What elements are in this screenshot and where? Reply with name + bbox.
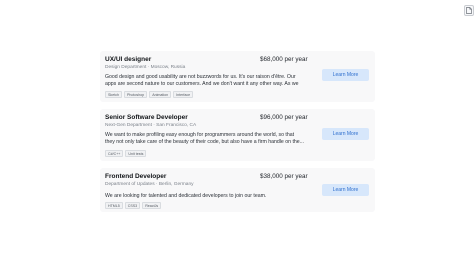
job-card: Senior Software Developer Next-Gen Depar… [100,109,375,161]
job-department-location: Department of Updates · Berlin, Germany [105,182,194,187]
job-description: We are looking for talented and dedicate… [105,193,267,199]
skill-tags: HTML5 CSS3 ReactJs [105,202,162,209]
skill-tag: Animation [149,91,172,98]
job-list: UX/UI designer Design Department · Mosco… [100,51,375,219]
skill-tag: CSS3 [124,202,141,209]
job-salary: $68,000 per year [260,56,308,63]
job-card: Frontend Developer Department of Updates… [100,168,375,212]
job-title: Frontend Developer [105,173,167,180]
job-title: UX/UI designer [105,56,152,63]
job-description: Good design and good usability are not b… [105,74,299,87]
job-salary: $96,000 per year [260,114,308,121]
skill-tag: ReactJs [142,202,162,209]
skill-tag: C#/C++ [105,150,124,157]
skill-tags: Sketch Photoshop Animation Interface [105,91,194,98]
job-card: UX/UI designer Design Department · Mosco… [100,51,375,102]
learn-more-button[interactable]: Learn More [322,69,369,81]
skill-tag: HTML5 [105,202,123,209]
skill-tag: Photoshop [124,91,148,98]
job-title: Senior Software Developer [105,114,188,121]
skill-tags: C#/C++ Unit tests [105,150,147,157]
job-salary: $38,000 per year [260,173,308,180]
job-description: We want to make profiling easy enough fo… [105,132,304,145]
skill-tag: Sketch [105,91,122,98]
job-department-location: Next-Gen Department · San Francisco, CA [105,123,197,128]
document-icon[interactable] [464,5,474,16]
learn-more-button[interactable]: Learn More [322,184,369,196]
job-department-location: Design Department · Moscow, Russia [105,65,186,70]
skill-tag: Unit tests [125,150,147,157]
learn-more-button[interactable]: Learn More [322,128,369,140]
skill-tag: Interface [173,91,194,98]
